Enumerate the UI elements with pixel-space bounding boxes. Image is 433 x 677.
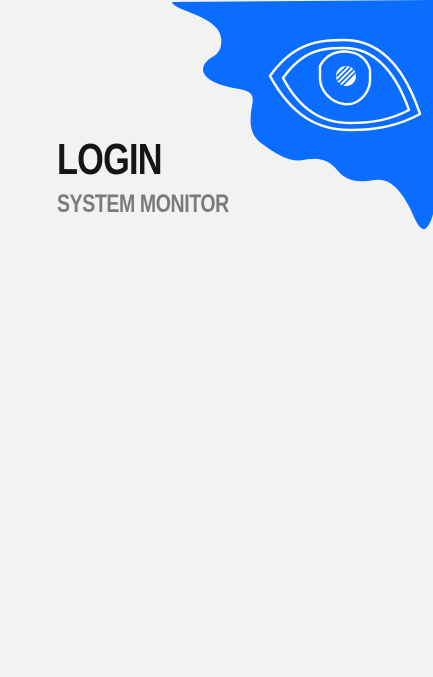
title-block: LOGIN SYSTEM MONITOR xyxy=(57,135,277,219)
page-subtitle: SYSTEM MONITOR xyxy=(57,190,229,218)
page-title: LOGIN xyxy=(57,135,163,184)
login-screen: LOGIN SYSTEM MONITOR xyxy=(0,0,433,677)
